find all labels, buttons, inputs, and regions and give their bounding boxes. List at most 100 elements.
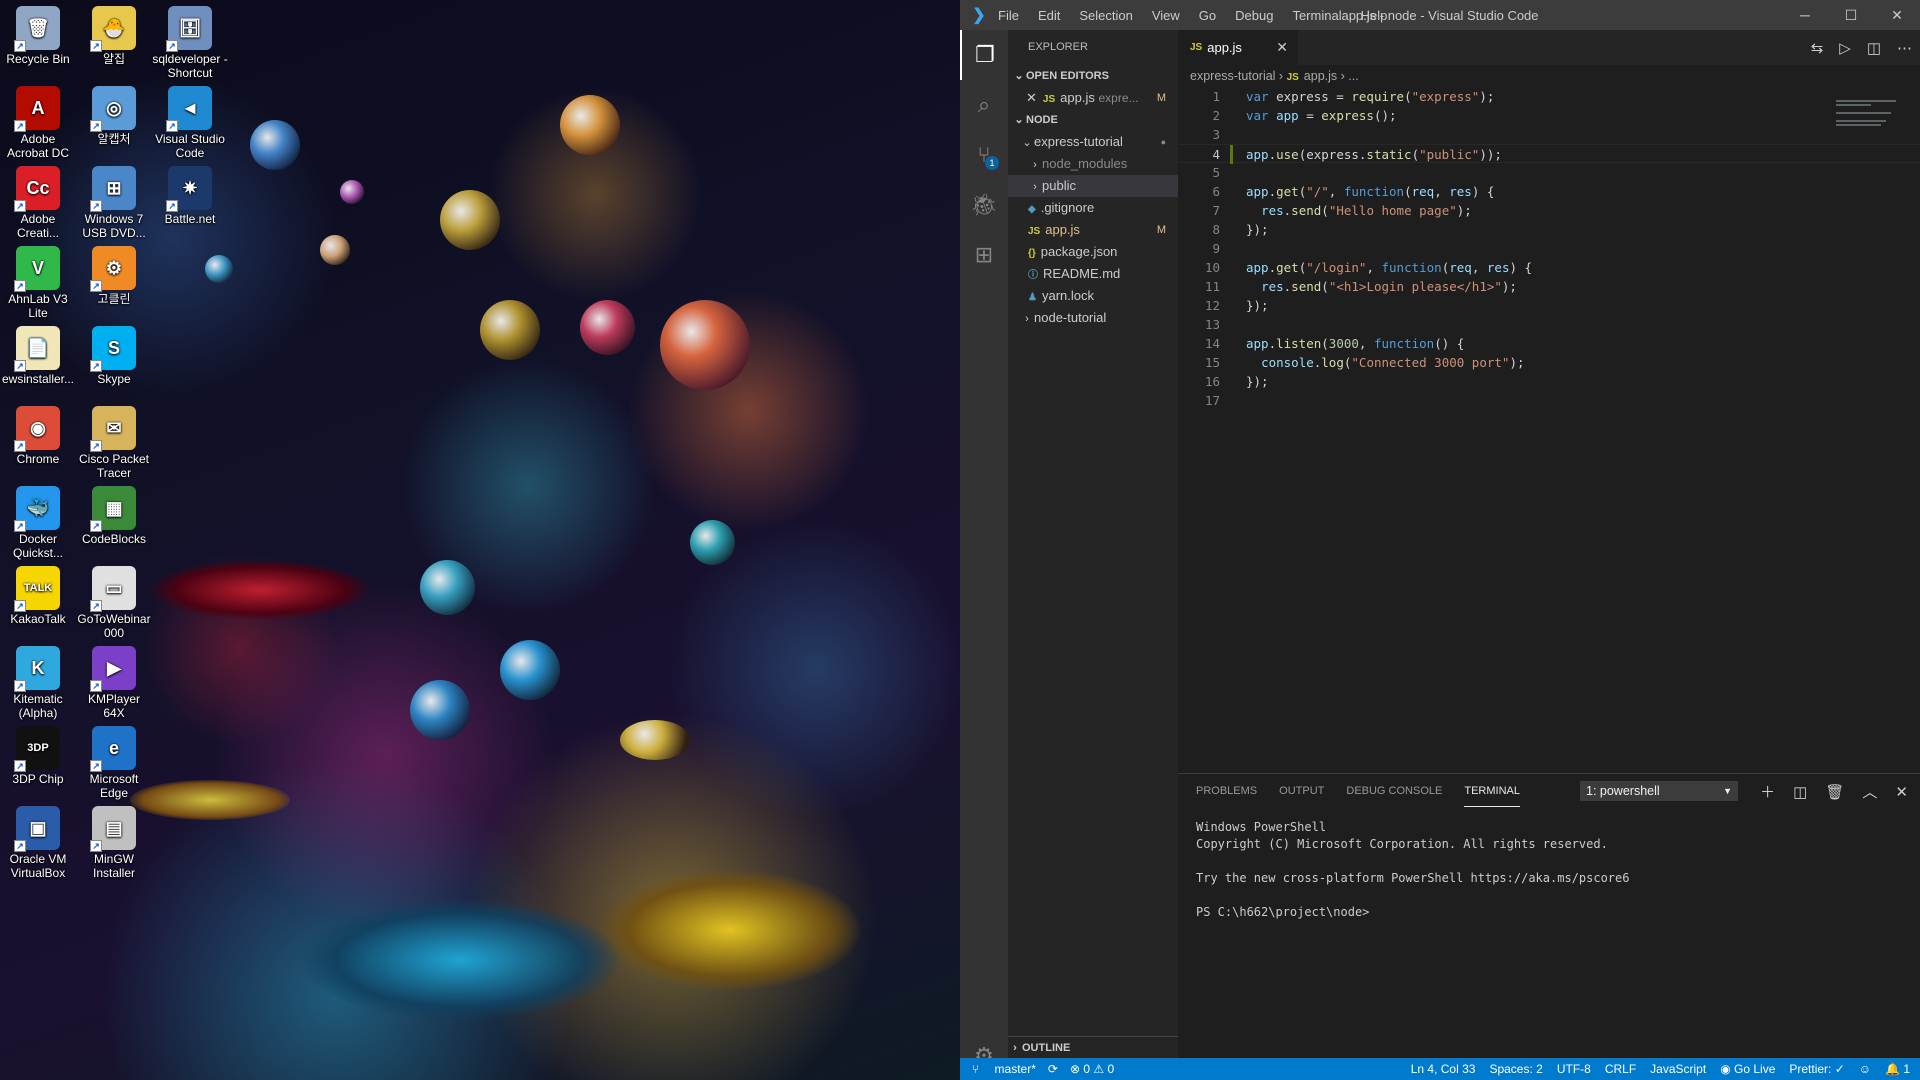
code-line[interactable]: 13 [1178,315,1920,334]
desktop-icon[interactable]: ✉ ↗ Cisco Packet Tracer [76,406,152,480]
file-tree-item[interactable]: {} package.json [1008,241,1178,263]
minimize-icon[interactable]: ─ [1782,0,1828,30]
close-tab-icon[interactable]: ✕ [1276,39,1288,56]
terminal-select[interactable]: 1: powershell ▼ [1580,781,1738,801]
code-editor[interactable]: 1 var express = require("express"); 2 var a… [1178,87,1920,410]
code-line[interactable]: 6 app.get("/", function(req, res) { [1178,182,1920,201]
search-icon[interactable]: ⌕ [960,80,1008,130]
file-tree-item[interactable]: › node_modules [1008,153,1178,175]
desktop-icon[interactable]: TALK ↗ KakaoTalk [0,566,76,626]
sync-icon[interactable]: ⟳ [1048,1062,1058,1076]
code-line[interactable]: 14 app.listen(3000, function() { [1178,334,1920,353]
desktop-icon[interactable]: e ↗ Microsoft Edge [76,726,152,800]
minimap[interactable] [1836,100,1906,140]
code-line[interactable]: 17 [1178,391,1920,410]
code-line[interactable]: 5 [1178,163,1920,182]
file-tree-item[interactable]: › public [1008,175,1178,197]
desktop-icon[interactable]: ⚙ ↗ 고클린 [76,246,152,306]
close-window-icon[interactable]: ✕ [1874,0,1920,30]
split-editor-icon[interactable]: ◫ [1867,39,1881,57]
menu-item[interactable]: Help [1361,8,1388,23]
menu-item[interactable]: File [998,8,1019,23]
explorer-icon[interactable]: ❐ [960,30,1008,80]
menu-item[interactable]: Go [1199,8,1216,23]
open-changes-icon[interactable]: ⇆ [1811,39,1824,57]
more-actions-icon[interactable]: ⋯ [1897,39,1912,57]
panel-tab[interactable]: OUTPUT [1279,776,1324,807]
desktop-icon[interactable]: ▤ ↗ MinGW Installer [76,806,152,880]
extensions-icon[interactable]: ⊞ [960,230,1008,280]
close-icon[interactable]: ✕ [1026,90,1037,105]
code-line[interactable]: 2 var app = express(); [1178,106,1920,125]
problems-indicator[interactable]: ⊗ 0 ⚠ 0 [1070,1062,1114,1076]
prettier-status[interactable]: Prettier: ✓ [1789,1062,1844,1076]
code-line[interactable]: 10 app.get("/login", function(req, res) { [1178,258,1920,277]
desktop-icon[interactable]: ▦ ↗ CodeBlocks [76,486,152,546]
desktop-icon[interactable]: K ↗ Kitematic (Alpha) [0,646,76,720]
menu-item[interactable]: Debug [1235,8,1273,23]
desktop-icon[interactable]: 📄 ↗ ewsinstaller... [0,326,76,386]
maximize-icon[interactable]: ☐ [1828,0,1874,30]
outline-section[interactable]: › OUTLINE [1008,1036,1178,1058]
open-editor-item[interactable]: ✕ JS app.js expre... M [1008,87,1178,109]
desktop-icon[interactable]: ◉ ↗ Chrome [0,406,76,466]
desktop-icon[interactable]: 🐳 ↗ Docker Quickst... [0,486,76,560]
cursor-position[interactable]: Ln 4, Col 33 [1411,1062,1476,1076]
desktop-icon[interactable]: A ↗ Adobe Acrobat DC [0,86,76,160]
go-live-button[interactable]: ◉ Go Live [1720,1062,1775,1076]
source-control-icon[interactable]: ⑂ 1 [960,130,1008,180]
new-terminal-icon[interactable]: ＋ [1760,781,1775,802]
desktop-icon[interactable]: 🐣 ↗ 얄집 [76,6,152,66]
desktop-icon[interactable]: S ↗ Skype [76,326,152,386]
code-line[interactable]: 9 [1178,239,1920,258]
maximize-panel-icon[interactable]: ︿ [1862,781,1877,802]
desktop-icon[interactable]: 🗄 ↗ sqldeveloper - Shortcut [152,6,228,80]
desktop-icon[interactable]: ◎ ↗ 알캡처 [76,86,152,146]
desktop-icon[interactable]: ✷ ↗ Battle.net [152,166,228,226]
file-tree-item[interactable]: ◆ .gitignore [1008,197,1178,219]
menu-item[interactable]: Selection [1079,8,1132,23]
desktop-icon[interactable]: 3DP ↗ 3DP Chip [0,726,76,786]
code-line[interactable]: 3 [1178,125,1920,144]
desktop-icon[interactable]: Cc ↗ Adobe Creati... [0,166,76,240]
breadcrumb-folder[interactable]: express-tutorial [1190,69,1275,83]
code-line[interactable]: 11 res.send("<h1>Login please</h1>"); [1178,277,1920,296]
desktop-icon[interactable]: ⊞ ↗ Windows 7 USB DVD... [76,166,152,240]
file-tree-item[interactable]: JS app.js M [1008,219,1178,241]
notifications-bell-icon[interactable]: 🔔 1 [1885,1062,1910,1076]
menu-item[interactable]: Edit [1038,8,1060,23]
file-tree-item[interactable]: › node-tutorial [1008,307,1178,329]
desktop-icon[interactable]: ▭ ↗ GoToWebinar 000 [76,566,152,640]
tab-app-js[interactable]: JS app.js ✕ [1178,30,1298,65]
desktop-icon[interactable]: 🗑 ↗ Recycle Bin [0,6,76,66]
code-line[interactable]: 7 res.send("Hello home page"); [1178,201,1920,220]
end-of-line[interactable]: CRLF [1605,1062,1636,1076]
desktop-icon[interactable]: ◄ ↗ Visual Studio Code [152,86,228,160]
breadcrumb-file[interactable]: app.js [1304,69,1337,83]
file-tree-item[interactable]: ⓘ README.md [1008,263,1178,285]
code-line[interactable]: 15 console.log("Connected 3000 port"); [1178,353,1920,372]
trash-icon[interactable]: 🗑︎ [1825,783,1844,801]
language-mode[interactable]: JavaScript [1650,1062,1706,1076]
code-line[interactable]: 1 var express = require("express"); [1178,87,1920,106]
breadcrumb-rest[interactable]: ... [1348,69,1358,83]
panel-tab[interactable]: TERMINAL [1464,776,1520,807]
code-line[interactable]: 8}); [1178,220,1920,239]
debug-icon[interactable]: 🐞︎ [960,180,1008,230]
split-terminal-icon[interactable]: ◫ [1793,783,1807,801]
close-panel-icon[interactable]: ✕ [1895,783,1908,801]
run-icon[interactable]: ▷ [1839,39,1851,57]
desktop-icon[interactable]: ▣ ↗ Oracle VM VirtualBox [0,806,76,880]
indentation[interactable]: Spaces: 2 [1489,1062,1542,1076]
panel-tab[interactable]: PROBLEMS [1196,776,1257,807]
feedback-icon[interactable]: ☺ [1859,1062,1871,1076]
code-line[interactable]: 4 app.use(express.static("public")); [1178,144,1920,164]
menu-item[interactable]: View [1152,8,1180,23]
branch-indicator[interactable]: ⑂ master* [972,1062,1036,1076]
code-line[interactable]: 12}); [1178,296,1920,315]
open-editors-section[interactable]: ⌄ OPEN EDITORS [1008,65,1178,87]
encoding[interactable]: UTF-8 [1557,1062,1591,1076]
terminal-output[interactable]: Windows PowerShell Copyright (C) Microsof… [1178,809,1920,921]
desktop-icon[interactable]: V ↗ AhnLab V3 Lite [0,246,76,320]
file-tree-item[interactable]: ♟ yarn.lock [1008,285,1178,307]
